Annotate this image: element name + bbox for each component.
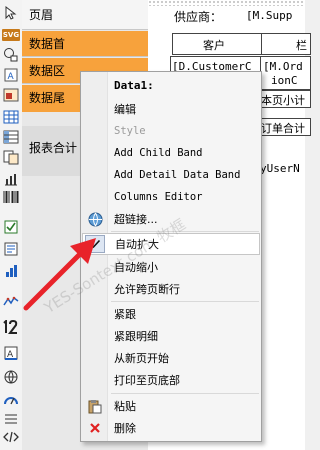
red-arrow-annotation bbox=[23, 238, 96, 311]
